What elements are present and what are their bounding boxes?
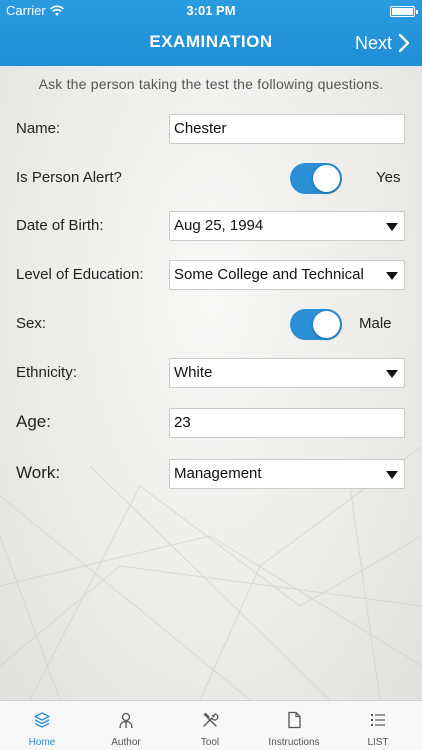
- alert-state: Yes: [376, 169, 401, 186]
- education-select[interactable]: Some College and Technical: [169, 260, 405, 290]
- tab-tool-label: Tool: [200, 737, 220, 748]
- dropdown-arrow-icon: [386, 223, 398, 231]
- alert-label: Is Person Alert?: [16, 169, 122, 186]
- tab-instructions[interactable]: Instructions: [252, 701, 336, 750]
- tab-author[interactable]: Author: [84, 701, 168, 750]
- name-row: Name: Chester: [0, 114, 422, 144]
- dropdown-arrow-icon: [386, 370, 398, 378]
- dob-row: Date of Birth: Aug 25, 1994: [0, 211, 422, 241]
- next-button-label: Next: [354, 32, 392, 53]
- dob-label: Date of Birth:: [16, 217, 104, 234]
- tab-home-label: Home: [28, 737, 56, 748]
- name-label: Name:: [16, 120, 61, 137]
- chevron-right-icon: [398, 33, 410, 53]
- ethnicity-value: White: [174, 364, 213, 381]
- exam-form: Ask the person taking the test the follo…: [0, 66, 422, 700]
- dropdown-arrow-icon: [386, 471, 398, 479]
- list-icon: [371, 714, 385, 726]
- age-field[interactable]: 23: [169, 408, 405, 438]
- work-select[interactable]: Management: [169, 459, 405, 489]
- tab-bar: Home Author Tool Instructions LIST: [0, 700, 422, 750]
- sex-state: Male: [359, 315, 392, 332]
- status-time: 3:01 PM: [186, 3, 236, 18]
- work-label: Work:: [16, 463, 61, 482]
- status-bar: Carrier 3:01 PM: [0, 0, 422, 22]
- name-field[interactable]: Chester: [169, 114, 405, 144]
- layers-icon: [34, 712, 50, 728]
- ethnicity-label: Ethnicity:: [16, 364, 77, 381]
- work-value: Management: [174, 465, 262, 482]
- sex-toggle[interactable]: [290, 309, 342, 340]
- intro-text: Ask the person taking the test the follo…: [38, 76, 384, 92]
- dob-select[interactable]: Aug 25, 1994: [169, 211, 405, 241]
- tab-tool[interactable]: Tool: [168, 701, 252, 750]
- ethnicity-row: Ethnicity: White: [0, 358, 422, 388]
- education-value: Some College and Technical: [174, 266, 364, 283]
- battery-icon: [390, 6, 418, 17]
- tools-icon: [203, 712, 219, 727]
- dob-value: Aug 25, 1994: [174, 217, 264, 234]
- tab-instructions-label: Instructions: [268, 737, 320, 748]
- age-row: Age: 23: [0, 408, 422, 438]
- sex-label: Sex:: [16, 315, 47, 332]
- ethnicity-select[interactable]: White: [169, 358, 405, 388]
- person-icon: [119, 712, 133, 729]
- tab-home[interactable]: Home: [0, 701, 84, 750]
- dropdown-arrow-icon: [386, 272, 398, 280]
- age-label: Age:: [16, 412, 51, 431]
- tab-author-label: Author: [111, 737, 141, 748]
- alert-toggle[interactable]: [290, 163, 342, 194]
- sex-row: Sex: Male: [0, 309, 422, 340]
- education-row: Level of Education: Some College and Tec…: [0, 260, 422, 290]
- tab-list[interactable]: LIST: [336, 701, 420, 750]
- next-button[interactable]: Next: [355, 29, 410, 57]
- alert-row: Is Person Alert? Yes: [0, 163, 422, 194]
- education-label: Level of Education:: [16, 266, 144, 283]
- nav-header: Carrier 3:01 PM EXAMINATION Next: [0, 0, 422, 66]
- work-row: Work: Management: [0, 459, 422, 489]
- document-icon: [288, 711, 301, 729]
- tab-list-label: LIST: [367, 737, 389, 748]
